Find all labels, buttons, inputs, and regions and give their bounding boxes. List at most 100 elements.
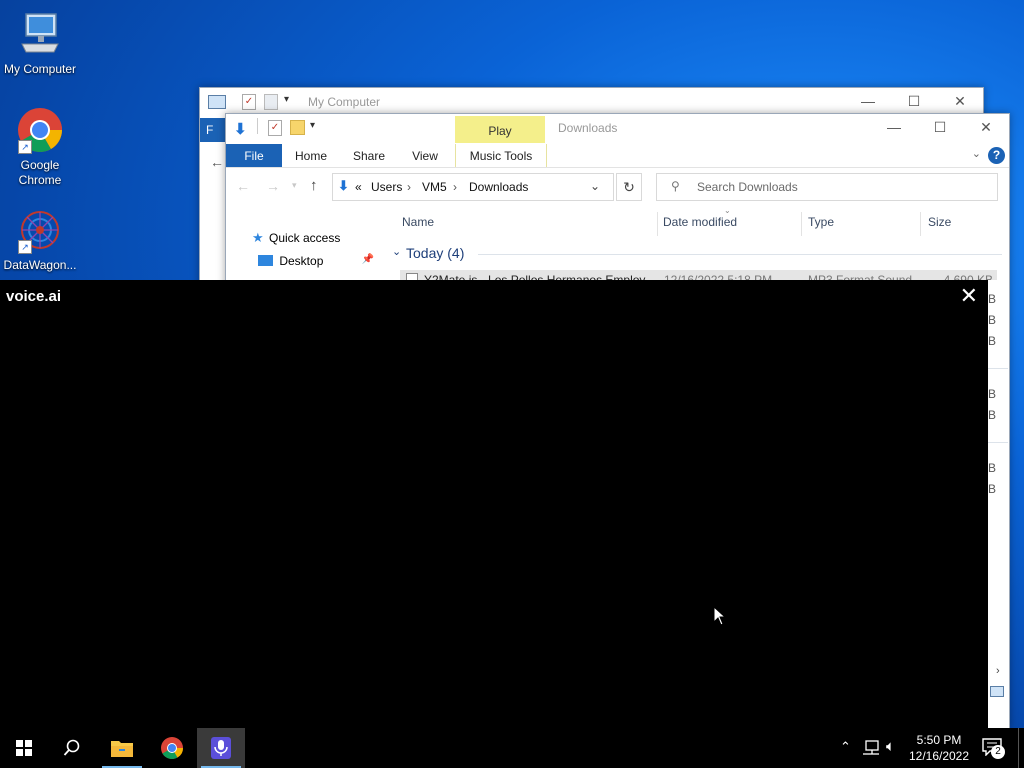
computer-icon <box>16 10 64 58</box>
address-row: ← → ▾ ↑ ⬇ « Users › VM5 › Downloads ⌄ ↻ … <box>226 173 1009 201</box>
details-view-icon[interactable] <box>990 686 1004 697</box>
chevron-down-icon: ⌄ <box>392 246 402 258</box>
desktop-icon-label: DataWagon... <box>3 258 77 272</box>
navigation-pane: ★ Quick access Desktop 📌 <box>226 222 386 282</box>
close-button[interactable]: ✕ <box>963 114 1009 140</box>
show-desktop-button[interactable] <box>1018 728 1019 768</box>
nav-label: Desktop <box>279 254 324 268</box>
file-size-fragment: B <box>988 482 997 496</box>
desktop-icon-label: Google Chrome <box>18 158 62 187</box>
divider <box>257 118 258 134</box>
voice-ai-window[interactable]: voice.ai ✕ <box>0 280 988 728</box>
ribbon-tabs: File Home Share View Music Tools ⌄ ? <box>226 144 1009 168</box>
column-header-date-modified[interactable]: Date modified <box>663 212 737 232</box>
help-icon[interactable]: ? <box>988 147 1005 164</box>
up-icon[interactable]: ↑ <box>310 177 318 194</box>
window-title: Downloads <box>558 121 618 135</box>
nav-item-quick-access[interactable]: ★ Quick access <box>252 230 340 246</box>
chevron-up-icon[interactable]: ⌃ <box>840 739 851 755</box>
clock-time: 5:50 PM <box>916 733 962 747</box>
desktop-icon-google-chrome[interactable]: ↗ Google Chrome <box>0 106 80 188</box>
folder-icon <box>111 741 133 757</box>
new-folder-icon[interactable] <box>290 120 305 135</box>
volume-icon[interactable]: 🔈︎ <box>886 738 895 755</box>
back-icon[interactable]: ← <box>236 178 250 194</box>
breadcrumb-vm5[interactable]: VM5 <box>422 174 447 200</box>
column-header-type[interactable]: Type <box>808 212 834 232</box>
notification-badge: 2 <box>991 745 1005 759</box>
minimize-button[interactable]: — <box>871 114 917 140</box>
column-header-name[interactable]: Name <box>402 212 434 232</box>
close-button[interactable]: ✕ <box>960 285 978 307</box>
action-center-button[interactable]: 2 <box>982 738 1005 759</box>
file-size-fragment: B <box>988 334 997 348</box>
breadcrumb-separator: › <box>407 180 411 194</box>
shortcut-arrow-icon: ↗ <box>18 240 32 254</box>
back-arrow-icon[interactable]: ← <box>210 154 224 170</box>
search-button[interactable] <box>48 728 96 768</box>
forward-icon[interactable]: → <box>266 178 280 194</box>
windows-logo-icon <box>16 740 32 756</box>
tab-file[interactable]: File <box>226 144 282 168</box>
search-icon <box>63 739 80 756</box>
tab-share[interactable]: Share <box>344 144 394 168</box>
shortcut-arrow-icon: ↗ <box>18 140 32 154</box>
column-headers: Name ⌄ Date modified Type Size <box>394 206 1002 236</box>
chevron-down-icon[interactable]: ▾ <box>310 120 315 131</box>
desktop-icon-label: My Computer <box>3 62 77 76</box>
clock[interactable]: 5:50 PM 12/16/2022 <box>908 732 970 764</box>
file-size-fragment: B <box>988 387 997 401</box>
properties-icon[interactable]: ✓ <box>268 120 282 136</box>
file-size-fragment: B <box>988 461 997 475</box>
maximize-button[interactable]: ☐ <box>917 114 963 140</box>
file-size-fragment: B <box>988 408 997 422</box>
voice-ai-title: voice.ai <box>6 288 62 305</box>
star-icon: ★ <box>252 230 264 245</box>
minimize-button[interactable]: — <box>845 88 891 114</box>
tab-view[interactable]: View <box>400 144 450 168</box>
chevron-down-icon[interactable]: ▾ <box>284 94 289 105</box>
maximize-button[interactable]: ☐ <box>891 88 937 114</box>
taskbar: ⌃ 🔈︎ 5:50 PM 12/16/2022 2 <box>0 728 1024 768</box>
taskbar-file-explorer[interactable] <box>98 728 146 768</box>
desktop-icon-datawagon[interactable]: ↗ DataWagon... <box>0 206 80 273</box>
column-header-size[interactable]: Size <box>928 212 951 232</box>
nav-item-desktop[interactable]: Desktop 📌 <box>258 254 388 268</box>
new-folder-icon[interactable] <box>264 94 278 110</box>
properties-icon[interactable]: ✓ <box>242 94 256 110</box>
breadcrumb-separator: › <box>453 180 457 194</box>
microphone-icon <box>211 737 231 759</box>
download-arrow-icon: ⬇ <box>338 178 349 193</box>
play-context-tab[interactable]: Play <box>455 116 545 143</box>
breadcrumb-downloads[interactable]: Downloads <box>469 174 528 200</box>
chrome-icon <box>161 737 183 759</box>
nav-label: Quick access <box>269 231 341 245</box>
search-input[interactable]: Search Downloads <box>697 180 798 194</box>
address-bar[interactable]: ⬇ « Users › VM5 › Downloads ⌄ <box>332 173 614 201</box>
search-icon: ⚲ <box>671 179 680 193</box>
taskbar-voice-ai[interactable] <box>197 728 245 768</box>
desktop-icon-my-computer[interactable]: My Computer <box>0 10 80 77</box>
breadcrumb-prefix[interactable]: « <box>355 174 362 200</box>
breadcrumb-users[interactable]: Users <box>371 174 402 200</box>
refresh-button[interactable]: ↻ <box>616 173 642 201</box>
taskbar-chrome[interactable] <box>148 728 196 768</box>
group-header-today[interactable]: ⌄ Today (4) <box>392 243 1002 265</box>
tab-home[interactable]: Home <box>286 144 336 168</box>
chevron-down-icon[interactable]: ⌄ <box>590 179 600 193</box>
close-button[interactable]: ✕ <box>937 88 983 114</box>
desktop-folder-icon <box>258 255 273 266</box>
recent-locations-icon[interactable]: ▾ <box>292 180 297 191</box>
scroll-right-icon[interactable]: › <box>996 665 1000 677</box>
tab-music-tools[interactable]: Music Tools <box>455 144 547 168</box>
network-icon[interactable] <box>862 740 880 756</box>
start-button[interactable] <box>0 728 48 768</box>
computer-icon <box>208 95 226 109</box>
title-bar[interactable]: ⬇ ✓ ▾ Downloads — ☐ ✕ <box>226 114 1009 140</box>
chevron-down-icon[interactable]: ⌄ <box>972 147 981 160</box>
search-box[interactable]: ⚲ Search Downloads <box>656 173 998 201</box>
datawagon-icon: ↗ <box>16 206 64 254</box>
pin-icon[interactable]: 📌 <box>362 254 374 265</box>
clock-date: 12/16/2022 <box>908 749 970 763</box>
title-bar[interactable]: ✓ ▾ My Computer — ☐ ✕ <box>200 88 983 114</box>
